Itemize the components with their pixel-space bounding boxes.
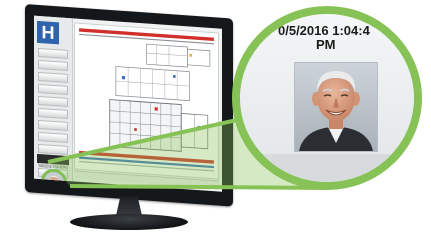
zoom-callout: 0/5/2016 1:04:4 PM	[232, 6, 422, 190]
callout-bottom-panel	[240, 154, 414, 182]
callout-timestamp-meridiem: PM	[316, 37, 336, 52]
patient-photo[interactable]	[294, 62, 378, 152]
elderly-man-portrait-icon	[295, 63, 377, 151]
callout-timestamp-date-time: 0/5/2016 1:04:4	[278, 23, 370, 38]
callout-timestamp: 0/5/2016 1:04:4 PM	[278, 23, 414, 52]
